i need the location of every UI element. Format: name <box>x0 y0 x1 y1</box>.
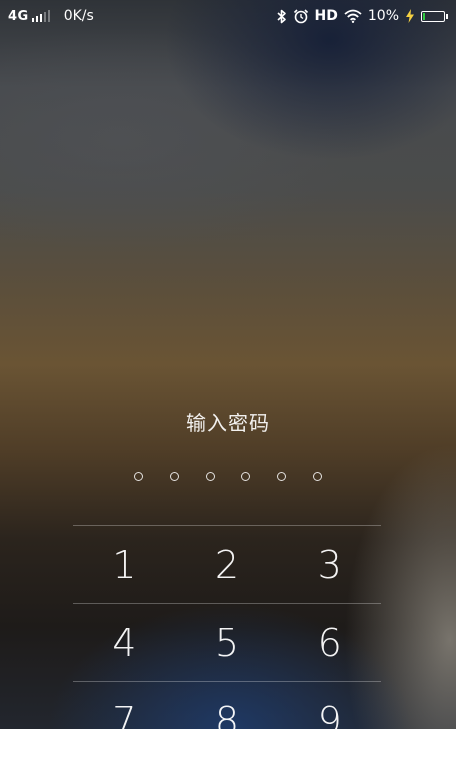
enter-password-prompt: 输入密码 <box>186 411 270 435</box>
key-9[interactable]: 9 <box>278 682 381 759</box>
passcode-indicator <box>134 472 322 481</box>
key-5[interactable]: 5 <box>176 604 279 681</box>
key-8[interactable]: 8 <box>176 682 279 759</box>
battery-percent: 10% <box>367 8 399 24</box>
wifi-icon <box>344 9 362 23</box>
alarm-clock-icon <box>293 8 309 24</box>
passcode-dot <box>277 472 287 481</box>
charging-bolt-icon <box>405 9 415 23</box>
keypad-row: 1 2 3 <box>73 525 381 603</box>
bluetooth-icon <box>276 9 287 24</box>
key-7[interactable]: 7 <box>73 682 176 759</box>
passcode-dot <box>241 472 251 481</box>
network-speed: 0K/s <box>63 8 94 24</box>
key-2[interactable]: 2 <box>176 526 279 603</box>
passcode-dot <box>134 472 143 481</box>
hd-voice-label: HD <box>314 8 338 24</box>
passcode-dot <box>169 472 179 481</box>
key-3[interactable]: 3 <box>278 526 381 603</box>
network-type: 4G <box>8 8 29 24</box>
keypad-row: 4 5 6 <box>73 603 381 681</box>
keypad-row: 7 8 9 <box>73 681 381 759</box>
signal-icon <box>31 10 50 22</box>
status-bar-right: HD 10% <box>276 8 448 24</box>
status-bar-left: 4G 0K/s <box>8 8 94 24</box>
key-4[interactable]: 4 <box>73 604 176 681</box>
key-6[interactable]: 6 <box>278 604 381 681</box>
status-bar: 4G 0K/s HD 10% <box>0 0 456 32</box>
numeric-keypad: 1 2 3 4 5 6 7 8 9 <box>73 525 381 759</box>
key-1[interactable]: 1 <box>73 526 176 603</box>
passcode-dot <box>205 472 215 481</box>
battery-icon <box>421 10 448 22</box>
passcode-dot <box>312 472 322 481</box>
